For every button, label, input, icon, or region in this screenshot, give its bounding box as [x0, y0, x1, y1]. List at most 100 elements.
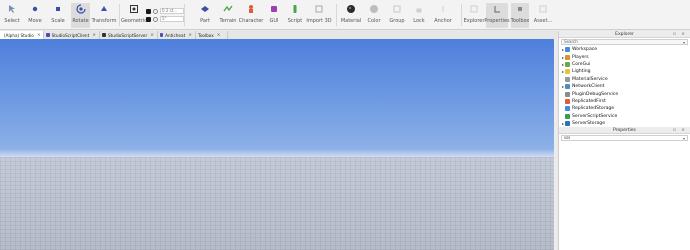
gui-button[interactable]: GUI — [266, 3, 282, 28]
import-icon — [313, 3, 325, 15]
explorer-item-label: ServerStorage — [572, 121, 606, 127]
panel-window-buttons[interactable]: ▫ × — [673, 31, 687, 38]
panel-window-buttons[interactable]: ▫ × — [673, 127, 687, 134]
plugin-debug-icon — [565, 91, 570, 97]
group-icon — [391, 3, 403, 15]
explorer-item[interactable]: ▸ NetworkClient — [561, 83, 690, 90]
scale-tool-button[interactable]: Scale — [49, 3, 67, 28]
close-icon[interactable]: × — [150, 33, 154, 38]
explorer-item-label: MaterialService — [572, 76, 608, 82]
properties-icon — [491, 3, 503, 15]
explorer-item-label: NetworkClient — [572, 84, 605, 90]
explorer-item-label: ReplicatedFirst — [572, 98, 606, 104]
explorer-panel: Explorer ▫ × Search ▾ ▸ Workspace ▸ Players… — [558, 31, 690, 127]
close-icon[interactable]: × — [217, 33, 221, 38]
explorer-item-label: Players — [572, 54, 589, 60]
properties-title: Properties — [613, 128, 636, 133]
snap-move-row: 0.2 st... — [146, 8, 184, 14]
group-button[interactable]: Group — [389, 3, 405, 28]
explorer-item[interactable]: ▸ Workspace — [561, 46, 690, 53]
snap-move-field[interactable]: 0.2 st... — [160, 8, 184, 14]
toolbox-button[interactable]: Toolbox — [511, 3, 529, 28]
asset-manager-button[interactable]: Asset... — [532, 3, 554, 28]
part-button[interactable]: Part — [197, 3, 213, 28]
terrain-button[interactable]: Terrain — [218, 3, 238, 28]
geometric-button[interactable]: Geometric — [121, 3, 147, 28]
terrain-icon — [222, 3, 234, 15]
network-icon — [565, 84, 570, 90]
properties-list — [559, 142, 690, 250]
roblox-studio-window: Select Move Scale Rotate Transform Geome… — [0, 0, 690, 250]
explorer-item-label: ReplicatedStorage — [572, 106, 615, 112]
explorer-item[interactable]: ▸ Lighting — [561, 68, 690, 75]
explorer-item[interactable]: PluginDebugService — [561, 90, 690, 97]
explorer-button[interactable]: Explorer — [464, 3, 484, 28]
explorer-item[interactable]: ServerScriptService — [561, 113, 690, 120]
snap-rotate-row: 5° — [146, 16, 184, 22]
rotate-tool-button[interactable]: Rotate — [71, 3, 90, 28]
close-icon[interactable]: × — [37, 33, 41, 38]
viewport-scrollbar[interactable] — [554, 39, 557, 250]
explorer-search-input[interactable]: Search ▾ — [561, 39, 688, 45]
close-icon[interactable]: × — [188, 33, 192, 38]
baseplate-floor[interactable] — [0, 157, 557, 250]
coregui-icon — [565, 61, 570, 67]
tab-studio-script-client[interactable]: StudioScriptClient × — [44, 31, 100, 39]
select-tool-button[interactable]: Select — [4, 3, 20, 28]
explorer-item[interactable]: MaterialService — [561, 76, 690, 83]
script-icon — [160, 33, 164, 37]
script-icon — [102, 33, 106, 37]
cursor-icon — [6, 3, 18, 15]
explorer-item-label: Workspace — [572, 47, 598, 53]
character-button[interactable]: Character — [239, 3, 263, 28]
anchor-icon — [437, 3, 449, 15]
color-icon — [368, 3, 380, 15]
tab-alpha-studio[interactable]: (Alpha) Studio × — [0, 31, 44, 39]
3d-viewport[interactable] — [0, 39, 557, 250]
rotate-snap-icon — [153, 16, 158, 22]
workspace-icon — [565, 47, 570, 53]
explorer-title: Explorer — [615, 32, 634, 37]
explorer-item[interactable]: ▸ Players — [561, 53, 690, 60]
properties-panel: Properties ▫ × sss ▾ — [558, 127, 690, 250]
chevron-down-icon[interactable]: ▾ — [683, 136, 685, 141]
explorer-item[interactable]: ReplicatedFirst — [561, 98, 690, 105]
explorer-item[interactable]: ▸ CoreGui — [561, 61, 690, 68]
anchor-button[interactable]: Anchor — [433, 3, 453, 28]
ribbon-toolbar: Select Move Scale Rotate Transform Geome… — [0, 0, 690, 30]
script-icon — [289, 3, 301, 15]
close-icon[interactable]: × — [92, 33, 96, 38]
tab-studio-script-server[interactable]: StudioScriptServer × — [100, 31, 158, 39]
lock-button[interactable]: Lock — [412, 3, 426, 28]
ribbon-separator — [119, 4, 120, 26]
snap-move-checkbox[interactable] — [146, 8, 151, 14]
properties-filter-input[interactable]: sss ▾ — [561, 135, 688, 141]
ribbon-separator — [461, 4, 462, 26]
snap-rotate-field[interactable]: 5° — [160, 16, 184, 22]
script-icon — [46, 33, 50, 37]
document-tab-bar: (Alpha) Studio × StudioScriptClient × St… — [0, 31, 557, 39]
explorer-item-label: Lighting — [572, 69, 591, 75]
explorer-item[interactable]: ReplicatedStorage — [561, 105, 690, 112]
part-icon — [199, 3, 211, 15]
tab-anticheat[interactable]: Anticheat × — [158, 31, 196, 39]
ribbon-separator — [184, 4, 185, 26]
move-tool-button[interactable]: Move — [26, 3, 44, 28]
snap-rotate-checkbox[interactable] — [146, 16, 151, 22]
explorer-item-label: PluginDebugService — [572, 91, 619, 97]
properties-button[interactable]: Properties — [484, 3, 510, 28]
replicated-storage-icon — [565, 106, 570, 112]
search-placeholder: Search — [564, 39, 578, 44]
asset-icon — [537, 3, 549, 15]
script-button[interactable]: Script — [287, 3, 303, 28]
transform-tool-button[interactable]: Transform — [92, 3, 116, 28]
server-storage-icon — [565, 121, 570, 127]
material-button[interactable]: Material — [340, 3, 362, 28]
chevron-down-icon[interactable]: ▾ — [683, 40, 685, 45]
explorer-item-label: ServerScriptService — [572, 113, 618, 119]
tab-toolbox[interactable]: Toolbox × — [196, 31, 228, 39]
import-3d-button[interactable]: Import 3D — [306, 3, 332, 28]
move-snap-icon — [153, 8, 158, 14]
color-button[interactable]: Color — [366, 3, 382, 28]
lighting-icon — [565, 69, 570, 75]
